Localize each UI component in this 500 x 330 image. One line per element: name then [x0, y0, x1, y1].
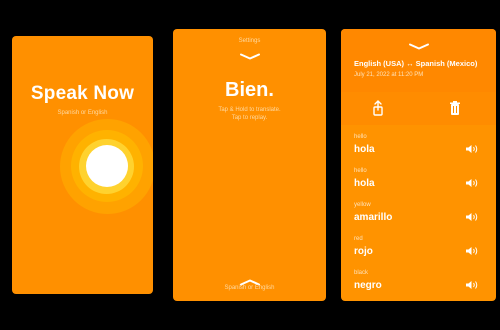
speak-now-title: Speak Now: [30, 83, 135, 104]
entry-translation: negro: [354, 280, 382, 291]
entry-translation: amarillo: [354, 212, 393, 223]
chevron-down-icon[interactable]: [341, 37, 496, 55]
translated-word[interactable]: Bien.: [173, 79, 326, 102]
chevron-down-icon[interactable]: [173, 47, 326, 65]
entry-source: red: [354, 236, 363, 242]
speaker-icon[interactable]: [466, 178, 478, 188]
session-date: July 21, 2022 at 11:20 PM: [354, 72, 424, 78]
entry-source: black: [354, 270, 369, 276]
entry-translation: rojo: [354, 246, 373, 257]
mic-button[interactable]: [86, 145, 128, 187]
speaker-icon[interactable]: [466, 212, 478, 222]
history-toolbar: [341, 92, 496, 125]
speak-now-screen: Speak Now Spanish or English: [12, 36, 153, 294]
trash-icon[interactable]: [447, 100, 463, 116]
speaker-icon[interactable]: [466, 280, 478, 290]
history-entry[interactable]: black negro: [341, 270, 496, 301]
divider-2: [332, 0, 335, 330]
translation-screen: Settings Bien. Tap & Hold to translate. …: [173, 29, 326, 301]
entry-source: hello: [354, 134, 367, 140]
language-label[interactable]: Spanish or English: [173, 285, 326, 291]
gesture-hint: Tap & Hold to translate. Tap to replay.: [173, 106, 326, 122]
entry-source: yellow: [354, 202, 371, 208]
share-icon[interactable]: [370, 100, 386, 116]
history-entry[interactable]: red rojo: [341, 236, 496, 268]
language-hint: Spanish or English: [57, 110, 108, 116]
history-entry[interactable]: hello hola: [341, 134, 496, 166]
entry-translation: hola: [354, 144, 375, 155]
speaker-icon[interactable]: [466, 144, 478, 154]
hint-line-1: Tap & Hold to translate.: [218, 107, 281, 113]
settings-label[interactable]: Settings: [173, 38, 326, 44]
history-screen: English (USA) ↔ Spanish (Mexico) July 21…: [341, 29, 496, 301]
speaker-icon[interactable]: [466, 246, 478, 256]
history-header: English (USA) ↔ Spanish (Mexico) July 21…: [341, 29, 496, 92]
history-entry[interactable]: yellow amarillo: [341, 202, 496, 234]
hint-line-2: Tap to replay.: [231, 115, 268, 121]
entry-translation: hola: [354, 178, 375, 189]
entry-source: hello: [354, 168, 367, 174]
history-entry[interactable]: hello hola: [341, 168, 496, 200]
divider-1: [164, 0, 167, 330]
language-pair: English (USA) ↔ Spanish (Mexico): [354, 59, 478, 68]
